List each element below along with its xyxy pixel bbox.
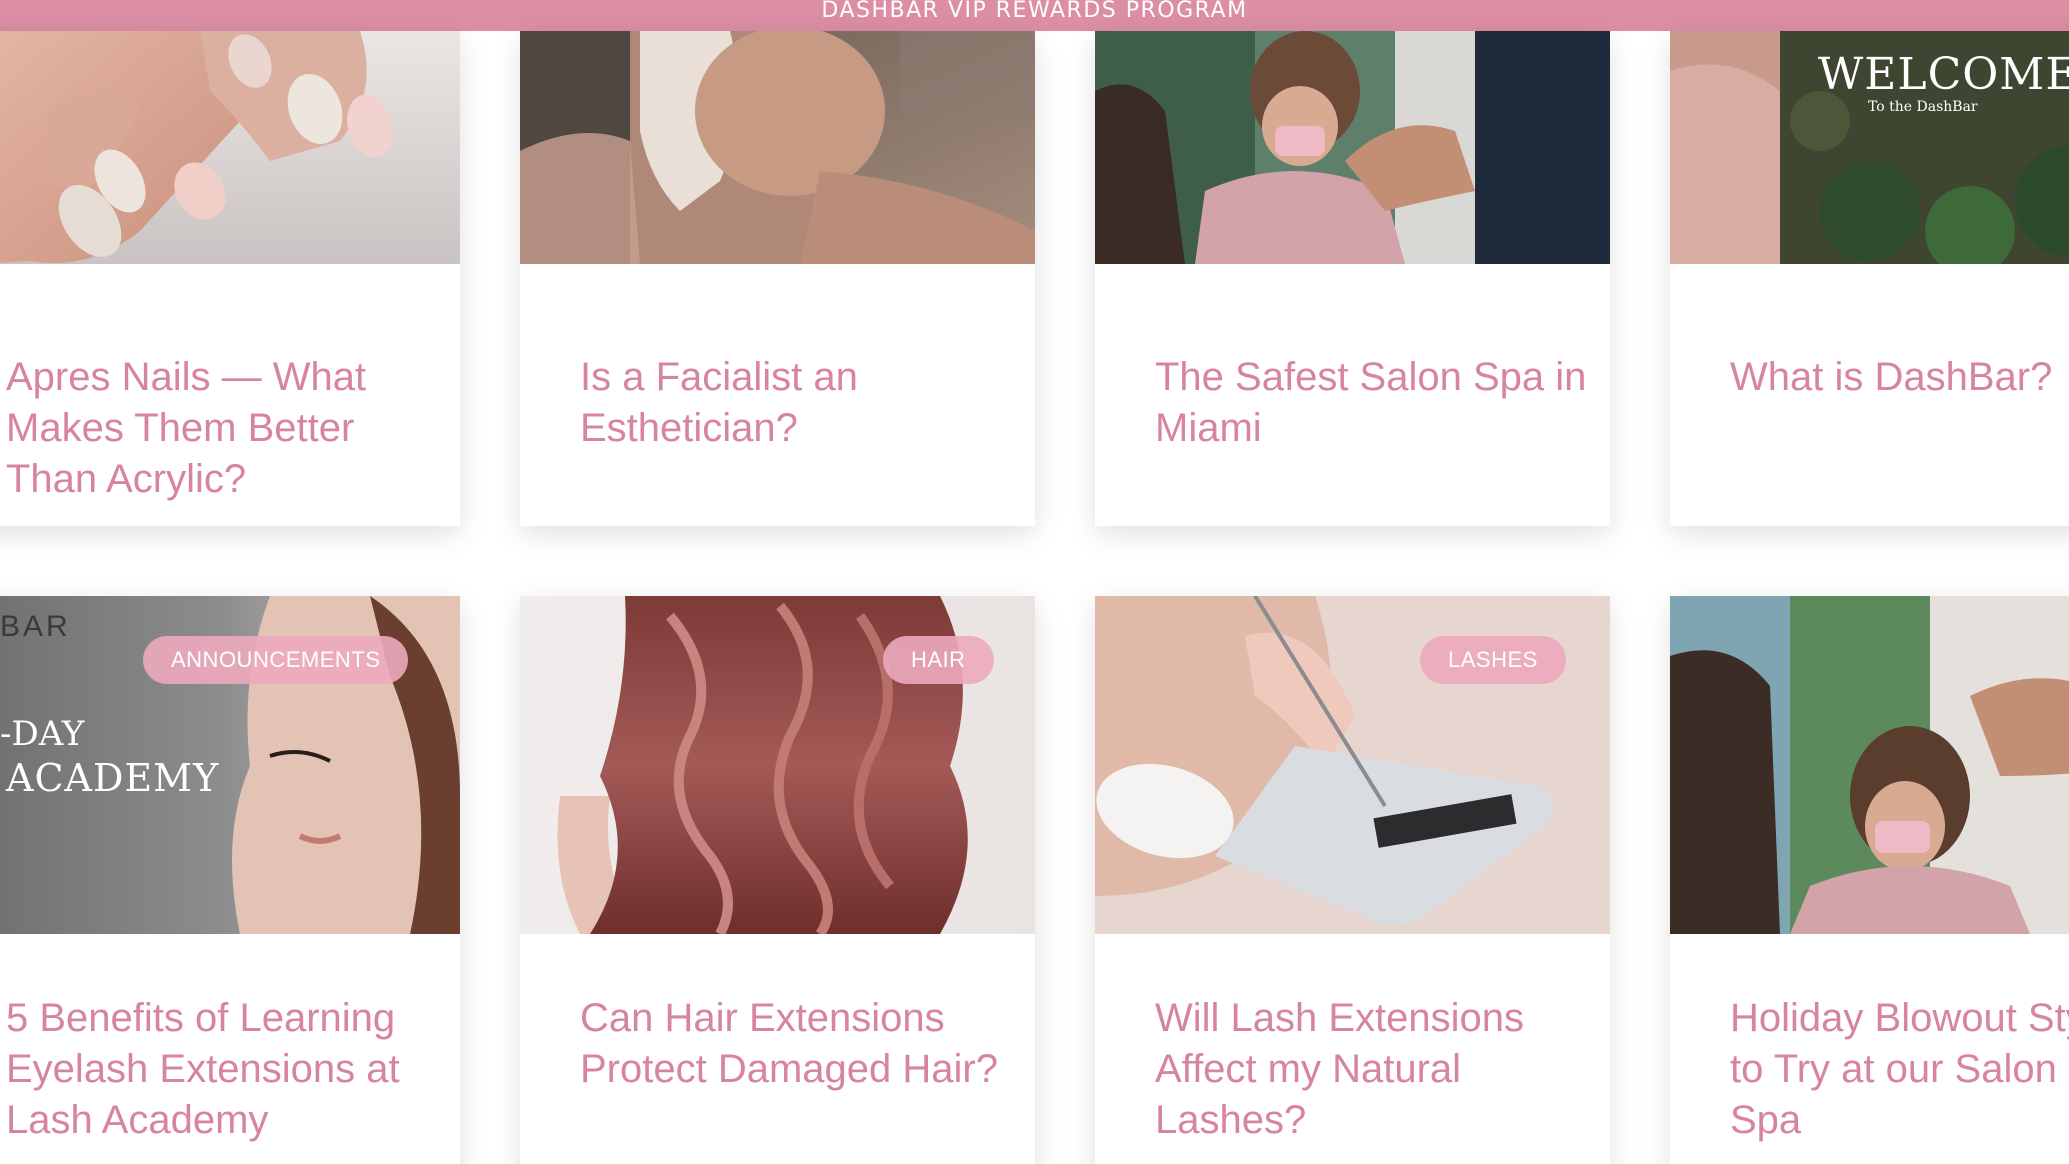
vip-rewards-banner-text: DASHBAR VIP REWARDS PROGRAM xyxy=(821,0,1248,23)
post-card-safest-salon[interactable]: The Safest Salon Spa in Miami xyxy=(1095,31,1610,526)
academy-logo-line2: ACADEMY xyxy=(6,756,220,800)
post-title[interactable]: Apres Nails — What Makes Them Better Tha… xyxy=(6,352,440,505)
post-title[interactable]: Is a Facialist an Esthetician? xyxy=(580,352,1015,454)
vip-rewards-banner[interactable]: DASHBAR VIP REWARDS PROGRAM xyxy=(0,0,2069,31)
academy-logo-line1: -DAY xyxy=(0,714,85,754)
blowout-photo xyxy=(1670,596,2069,934)
post-image[interactable] xyxy=(520,31,1035,264)
post-title[interactable]: The Safest Salon Spa in Miami xyxy=(1155,352,1590,454)
post-image[interactable] xyxy=(0,31,460,264)
salon-styling-photo xyxy=(1095,31,1610,264)
academy-logo-text-top: BAR xyxy=(0,610,71,643)
post-image[interactable]: HAIR xyxy=(520,596,1035,934)
post-title[interactable]: 5 Benefits of Learning Eyelash Extension… xyxy=(6,993,440,1146)
post-title[interactable]: Can Hair Extensions Protect Damaged Hair… xyxy=(580,993,1015,1095)
post-title[interactable]: Will Lash Extensions Affect my Natural L… xyxy=(1155,993,1590,1146)
post-card-holiday-blowout[interactable]: H Holiday Blowout Styles to Try at our S… xyxy=(1670,596,2069,1164)
post-image[interactable]: BAR -DAY ACADEMY ANNOUNCEMENTS xyxy=(0,596,460,934)
post-image[interactable] xyxy=(1095,31,1610,264)
category-badge-hair[interactable]: HAIR xyxy=(883,636,994,684)
welcome-sign-text: WELCOME xyxy=(1818,49,2069,100)
post-card-what-is-dashbar[interactable]: WELCOME To the DashBar What is DashBar? xyxy=(1670,31,2069,526)
post-card-lash-extensions[interactable]: LASHES Will Lash Extensions Affect my Na… xyxy=(1095,596,1610,1164)
category-badge-announcements[interactable]: ANNOUNCEMENTS xyxy=(143,636,409,684)
post-image[interactable]: LASHES xyxy=(1095,596,1610,934)
post-image[interactable]: H xyxy=(1670,596,2069,934)
post-card-apres-nails[interactable]: Apres Nails — What Makes Them Better Tha… xyxy=(0,31,460,526)
facial-photo xyxy=(520,31,1035,264)
blog-page: DASHBAR VIP REWARDS PROGRAM Apres Nails … xyxy=(0,0,2069,1164)
post-card-facialist[interactable]: Is a Facialist an Esthetician? xyxy=(520,31,1035,526)
category-badge-lashes[interactable]: LASHES xyxy=(1420,636,1566,684)
post-title[interactable]: Holiday Blowout Styles to Try at our Sal… xyxy=(1730,993,2069,1146)
welcome-sign-subtext: To the DashBar xyxy=(1868,99,1978,115)
post-title[interactable]: What is DashBar? xyxy=(1730,352,2069,403)
nails-photo xyxy=(0,31,460,264)
post-image[interactable]: WELCOME To the DashBar xyxy=(1670,31,2069,264)
post-card-hair-extensions[interactable]: HAIR Can Hair Extensions Protect Damaged… xyxy=(520,596,1035,1164)
post-card-lash-academy[interactable]: BAR -DAY ACADEMY ANNOUNCEMENTS 5 Benefit… xyxy=(0,596,460,1164)
